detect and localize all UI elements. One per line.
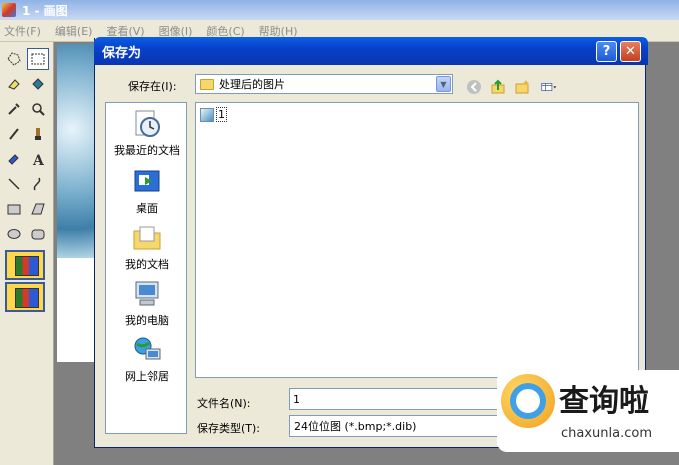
places-bar: 我最近的文档 桌面 我的文档 我的电脑 网上邻居 — [105, 102, 187, 434]
save-in-label: 保存在(I): — [128, 80, 177, 93]
paint-toolbox: A — [0, 42, 54, 465]
watermark-title: 查询啦 — [559, 384, 649, 419]
dialog-title-bar: 保存为 ? ✕ — [94, 37, 648, 65]
chevron-down-icon[interactable]: ▼ — [436, 76, 451, 92]
svg-text:A: A — [32, 153, 45, 167]
save-in-value: 处理后的图片 — [219, 78, 285, 91]
file-item-name: 1 — [216, 107, 227, 122]
filetype-label: 保存类型(T): — [197, 422, 261, 435]
place-my-computer[interactable]: 我的电脑 — [106, 279, 188, 328]
rect-select-tool-icon[interactable] — [27, 48, 49, 70]
recent-documents-icon — [132, 109, 162, 139]
new-folder-icon[interactable] — [513, 78, 531, 96]
tool-option-opaque-icon[interactable] — [5, 282, 45, 312]
folder-icon — [200, 78, 214, 90]
menu-file[interactable]: 文件(F) — [4, 23, 41, 39]
desktop-icon — [132, 167, 162, 197]
curve-tool-icon[interactable] — [27, 173, 49, 195]
back-icon[interactable] — [465, 78, 483, 96]
close-button[interactable]: ✕ — [620, 41, 641, 62]
watermark-domain: chaxunla.com — [561, 426, 652, 441]
watermark-logo-icon — [501, 374, 555, 428]
eraser-tool-icon[interactable] — [3, 73, 25, 95]
filetype-value: 24位位图 (*.bmp;*.dib) — [294, 420, 417, 433]
magnifier-tool-icon[interactable] — [27, 98, 49, 120]
network-places-icon — [132, 335, 162, 365]
place-network[interactable]: 网上邻居 — [106, 335, 188, 384]
color-picker-tool-icon[interactable] — [3, 98, 25, 120]
polygon-tool-icon[interactable] — [27, 198, 49, 220]
filename-label: 文件名(N): — [197, 397, 251, 410]
my-documents-icon — [132, 223, 162, 253]
ellipse-tool-icon[interactable] — [3, 223, 25, 245]
line-tool-icon[interactable] — [3, 173, 25, 195]
free-select-tool-icon[interactable] — [3, 48, 25, 70]
file-item[interactable]: 1 — [200, 107, 227, 122]
paint-title-bar: 1 - 画图 — [0, 0, 679, 20]
place-recent-label: 我最近的文档 — [114, 144, 180, 157]
tool-option-transparent-icon[interactable] — [5, 250, 45, 280]
place-my-computer-label: 我的电脑 — [125, 314, 169, 327]
airbrush-tool-icon[interactable] — [3, 148, 25, 170]
text-tool-icon[interactable]: A — [27, 148, 49, 170]
rectangle-tool-icon[interactable] — [3, 198, 25, 220]
place-desktop-label: 桌面 — [136, 202, 158, 215]
place-desktop[interactable]: 桌面 — [106, 167, 188, 216]
menu-edit[interactable]: 编辑(E) — [55, 23, 93, 39]
view-menu-icon[interactable] — [537, 78, 561, 96]
my-computer-icon — [132, 279, 162, 309]
watermark: 查询啦 chaxunla.com — [497, 370, 679, 452]
rounded-rect-tool-icon[interactable] — [27, 223, 49, 245]
brush-tool-icon[interactable] — [27, 123, 49, 145]
help-button[interactable]: ? — [596, 41, 617, 62]
up-folder-icon[interactable] — [489, 78, 507, 96]
save-in-dropdown[interactable]: 处理后的图片 ▼ — [195, 74, 453, 94]
filename-input[interactable]: 1 — [289, 388, 509, 410]
paint-title-text: 1 - 画图 — [22, 3, 68, 18]
bitmap-file-icon — [200, 107, 214, 122]
place-my-documents-label: 我的文档 — [125, 258, 169, 271]
paint-app-icon — [2, 3, 16, 17]
filetype-dropdown[interactable]: 24位位图 (*.bmp;*.dib) — [289, 415, 509, 437]
file-list[interactable]: 1 — [195, 102, 639, 378]
fill-tool-icon[interactable] — [27, 73, 49, 95]
place-network-label: 网上邻居 — [125, 370, 169, 383]
dialog-title: 保存为 — [102, 45, 142, 61]
pencil-tool-icon[interactable] — [3, 123, 25, 145]
place-my-documents[interactable]: 我的文档 — [106, 223, 188, 272]
place-recent[interactable]: 我最近的文档 — [106, 109, 188, 158]
